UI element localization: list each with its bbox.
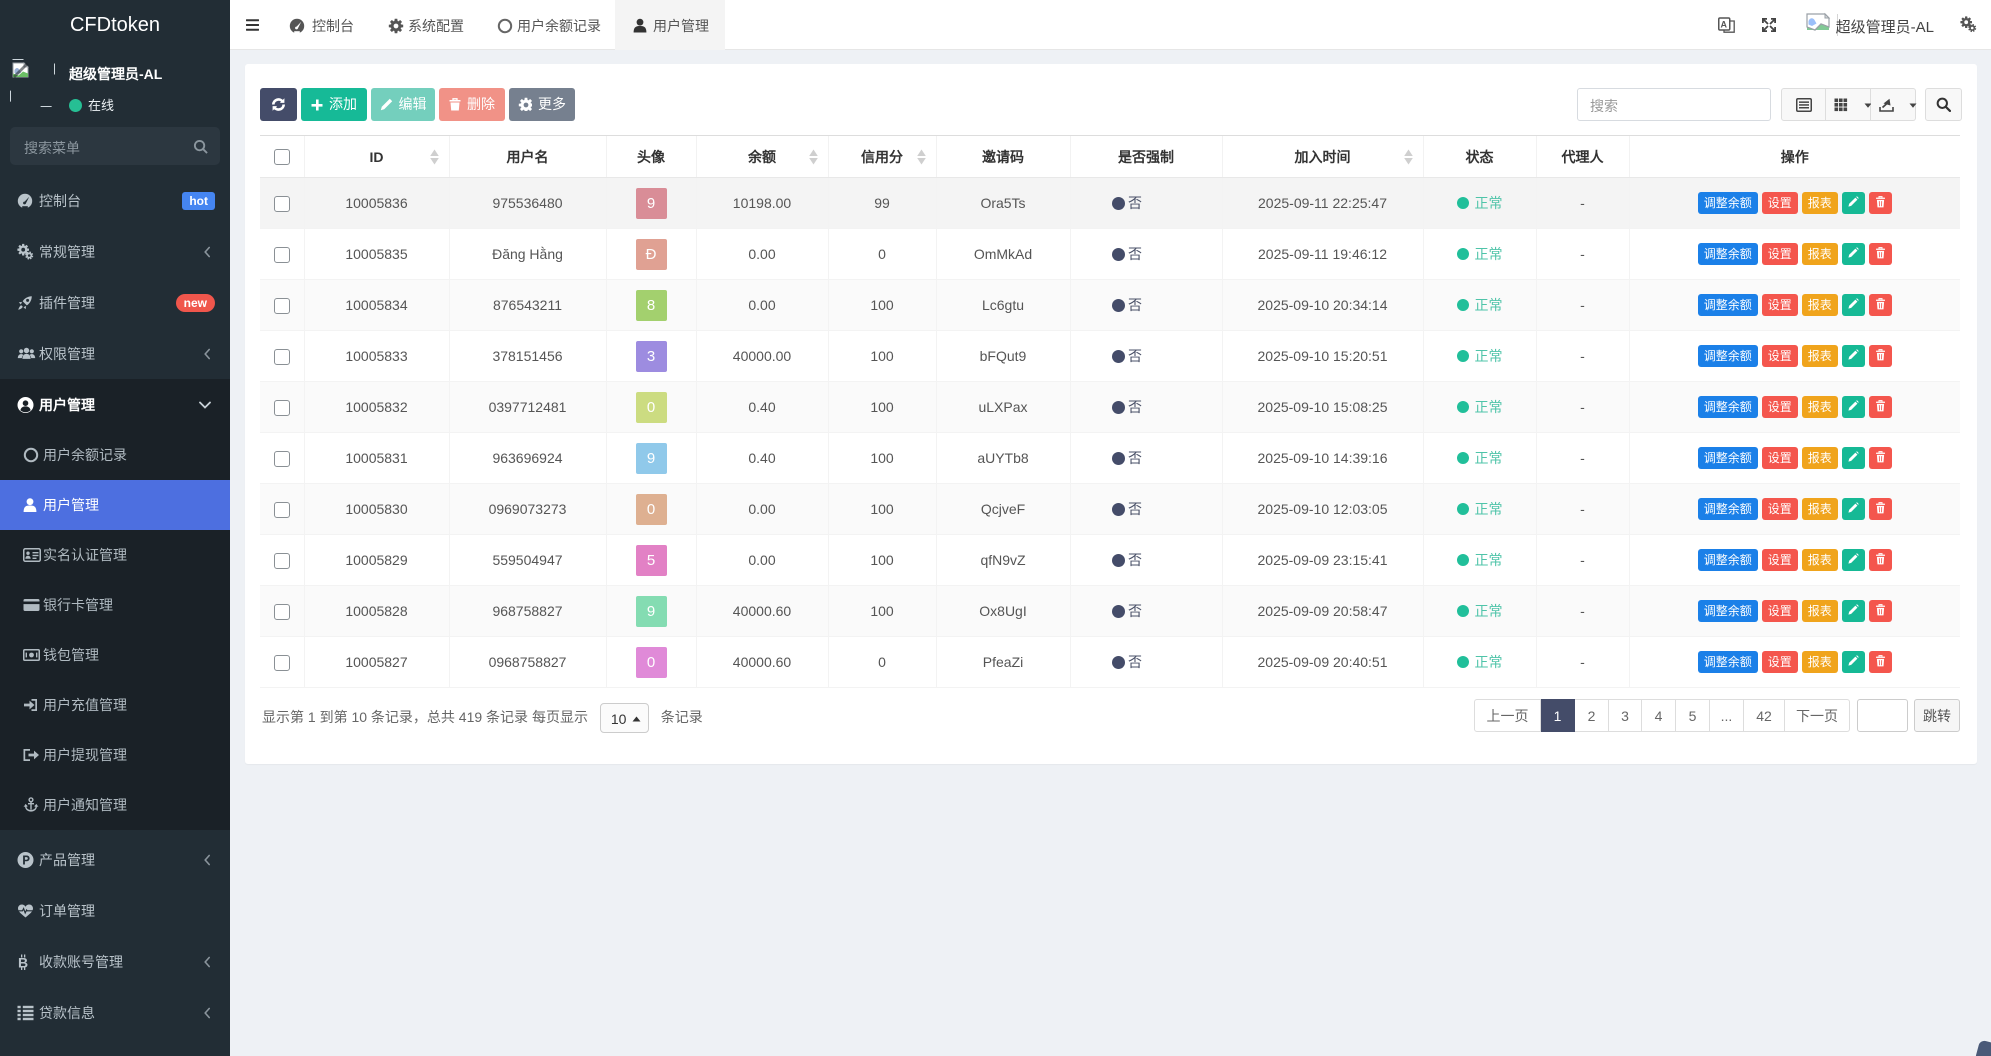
svg-text:A: A: [1721, 20, 1728, 30]
svg-text:B: B: [18, 954, 28, 970]
